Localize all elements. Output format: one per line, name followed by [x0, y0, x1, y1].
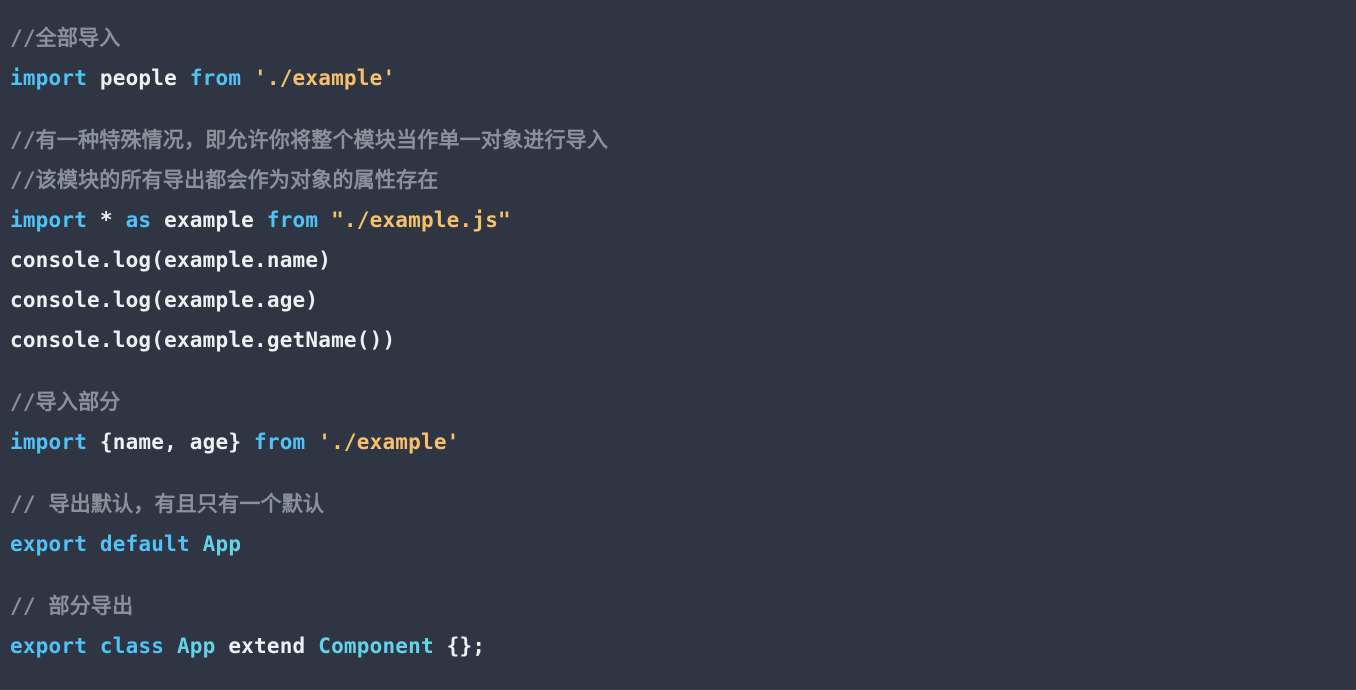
token-plain: console.log(example.getName())	[10, 328, 396, 352]
code-line: console.log(example.getName())	[10, 320, 1356, 360]
token-plain: people	[87, 66, 190, 90]
token-keyword: import	[10, 430, 88, 454]
token-comment: // 导出默认，有且只有一个默认	[10, 492, 325, 516]
token-punct: {};	[433, 634, 486, 658]
code-line: export default App	[10, 524, 1356, 564]
token-type: App	[202, 532, 242, 556]
code-line: //导入部分	[10, 382, 1356, 422]
token-string: './example'	[318, 430, 460, 454]
token-keyword: from	[266, 208, 319, 232]
code-line: // 部分导出	[10, 586, 1356, 626]
token-plain: console.log(example.age)	[10, 288, 319, 312]
token-keyword: class	[99, 634, 165, 658]
code-line: //该模块的所有导出都会作为对象的属性存在	[10, 160, 1356, 200]
token-keyword: import	[10, 208, 88, 232]
token-keyword: as	[125, 208, 152, 232]
code-line: //全部导入	[10, 18, 1356, 58]
token-keyword: default	[99, 532, 190, 556]
token-comment: //导入部分	[10, 390, 121, 414]
code-line: export class App extend Component {};	[10, 626, 1356, 666]
code-line: console.log(example.age)	[10, 280, 1356, 320]
token-keyword: import	[10, 66, 88, 90]
token-keyword: export	[10, 532, 88, 556]
code-line: console.log(example.name)	[10, 240, 1356, 280]
token-plain: *	[87, 208, 126, 232]
token-comment: // 部分导出	[10, 594, 134, 618]
code-line: import {name, age} from './example'	[10, 422, 1356, 462]
token-plain: {name, age}	[87, 430, 255, 454]
code-lines[interactable]: //全部导入 import people from './example' //有一…	[0, 0, 1356, 666]
token-plain: example	[151, 208, 267, 232]
token-keyword: from	[189, 66, 242, 90]
code-line: import people from './example'	[10, 58, 1356, 98]
token-string: './example'	[254, 66, 396, 90]
code-line: // 导出默认，有且只有一个默认	[10, 484, 1356, 524]
code-line: import * as example from "./example.js"	[10, 200, 1356, 240]
token-comment: //全部导入	[10, 26, 121, 50]
token-type: App	[176, 634, 216, 658]
token-plain: extend	[215, 634, 319, 658]
code-snippet-container: //全部导入 import people from './example' //有一…	[0, 0, 1356, 690]
token-type: Component	[318, 634, 434, 658]
token-comment: //有一种特殊情况，即允许你将整个模块当作单一对象进行导入	[10, 128, 609, 152]
token-comment: //该模块的所有导出都会作为对象的属性存在	[10, 168, 439, 192]
token-plain: console.log(example.name)	[10, 248, 332, 272]
token-string: "./example.js"	[331, 208, 511, 232]
code-line: //有一种特殊情况，即允许你将整个模块当作单一对象进行导入	[10, 120, 1356, 160]
token-keyword: export	[10, 634, 88, 658]
token-keyword: from	[254, 430, 306, 454]
